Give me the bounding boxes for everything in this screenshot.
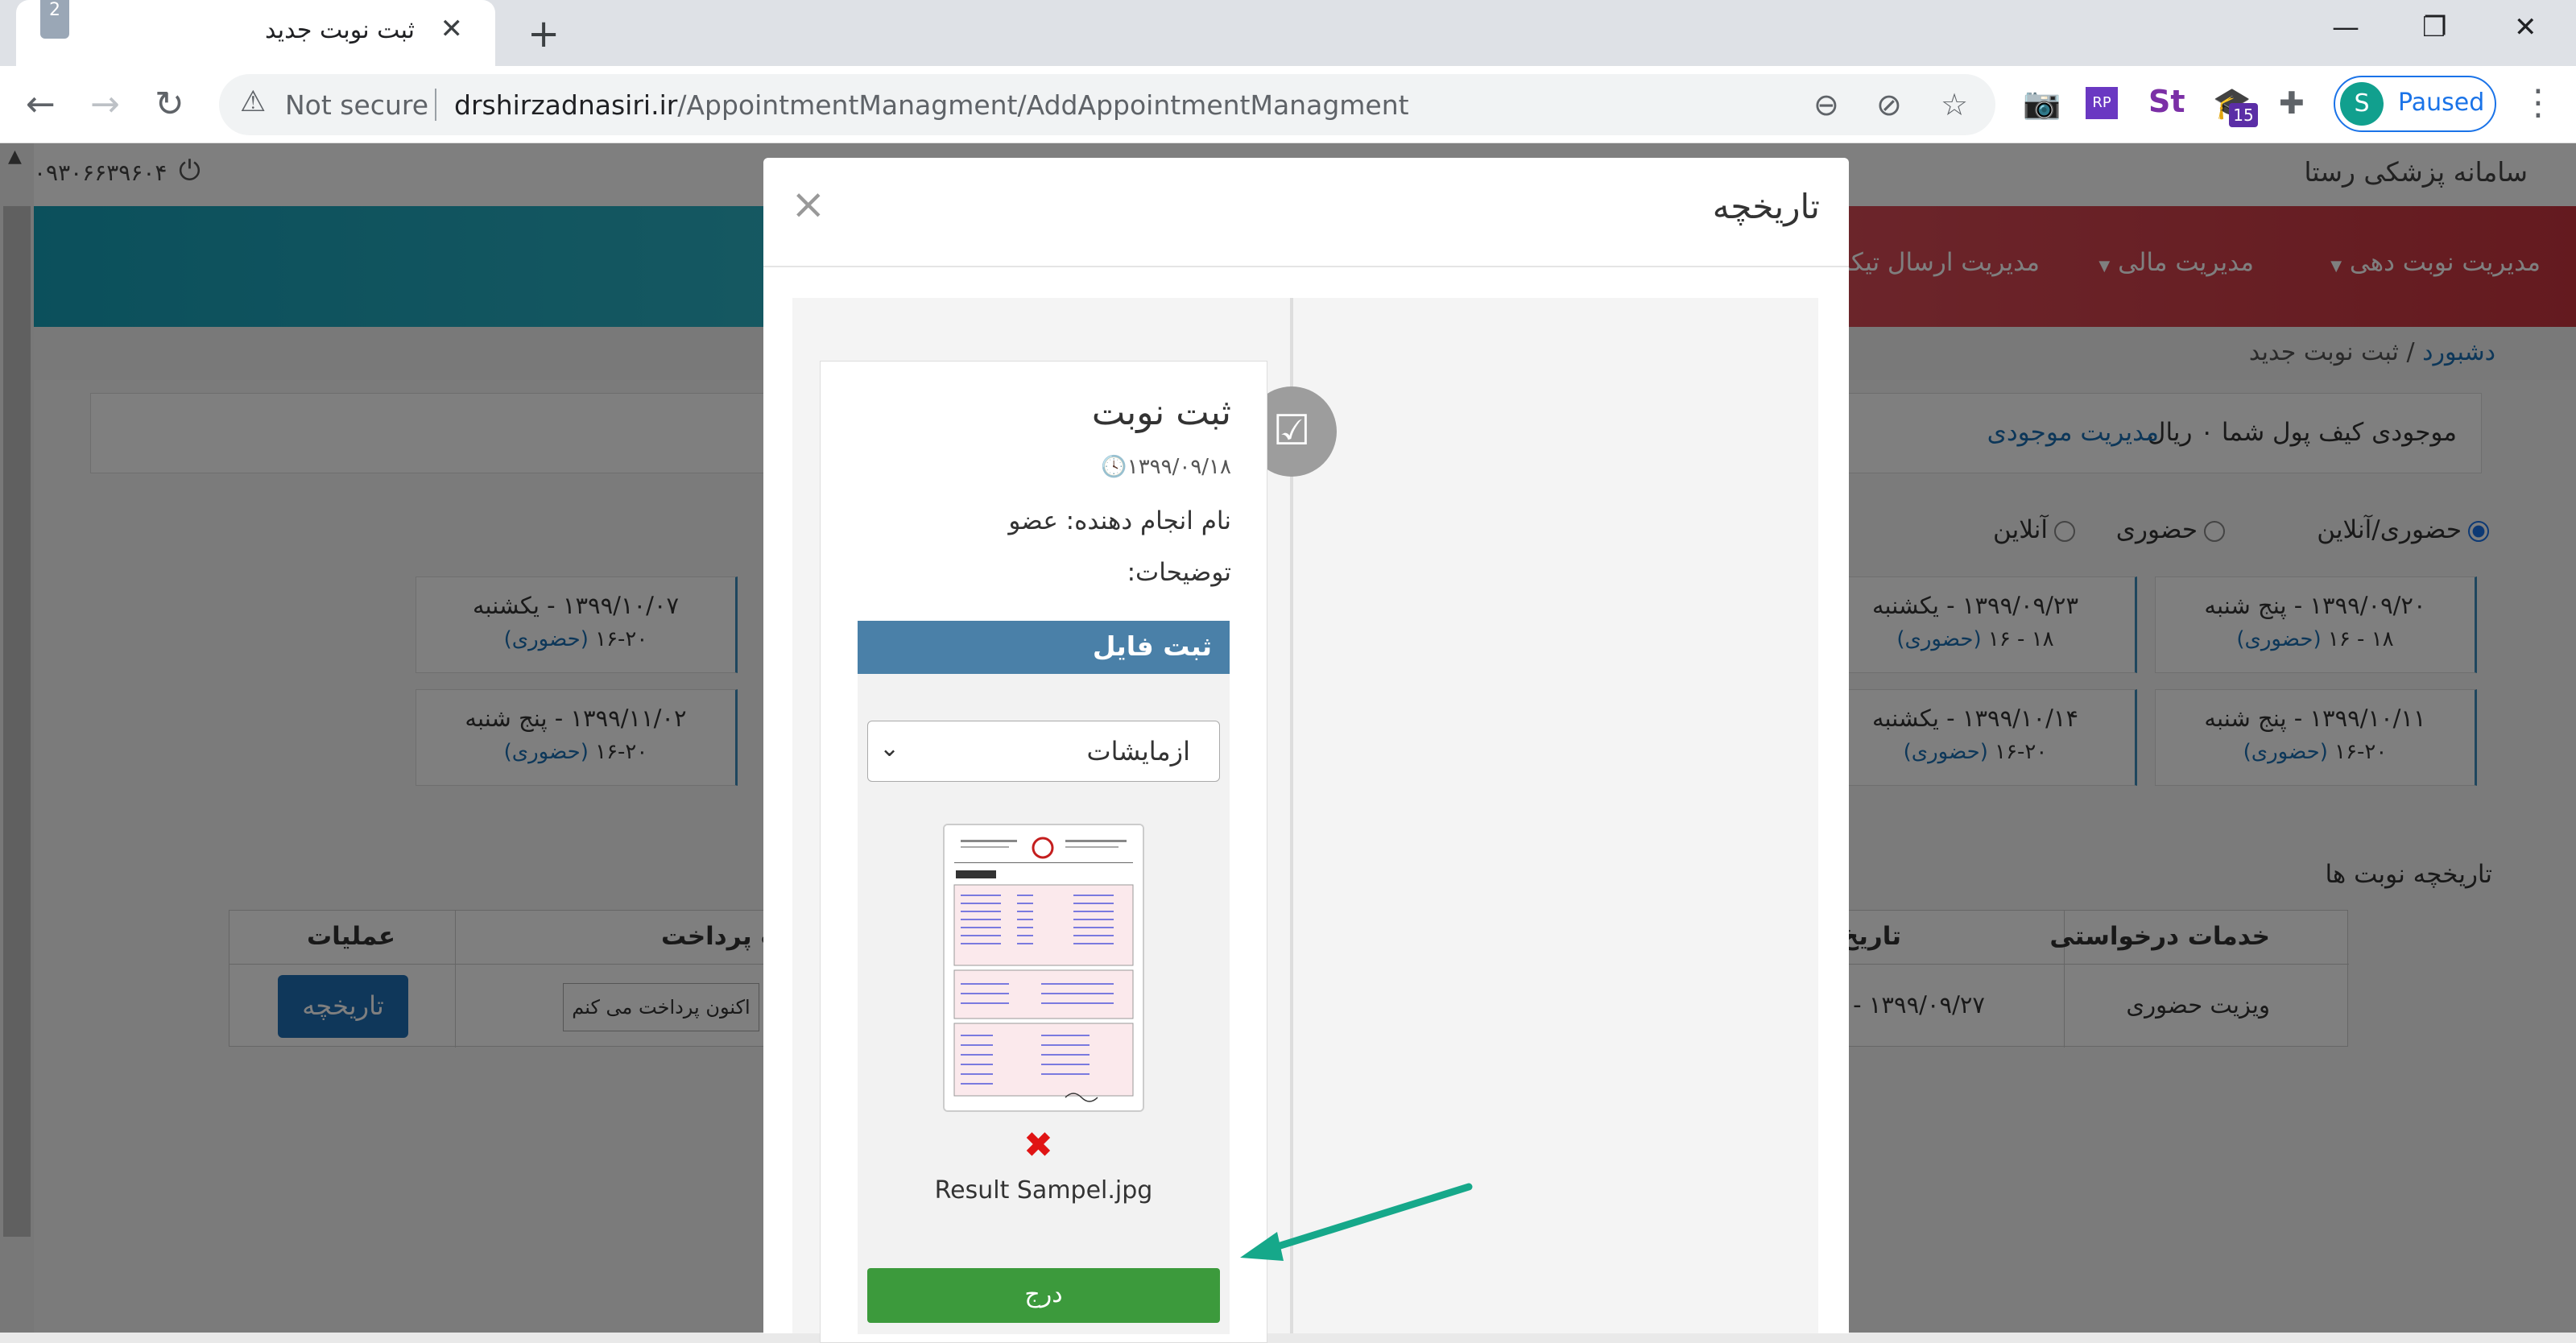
file-thumbnail-image[interactable] (943, 824, 1144, 1112)
zoom-out-icon[interactable]: ⊖ (1813, 87, 1839, 122)
lab-report-thumbnail (945, 825, 1143, 1110)
reload-icon[interactable]: ↻ (155, 84, 184, 125)
tab-close-icon[interactable]: ✕ (440, 13, 464, 45)
chevron-down-icon: ⌄ (879, 734, 900, 762)
profile-status: Paused (2398, 89, 2485, 117)
tab-favicon-icon: 2 (40, 0, 69, 39)
file-type-value: ازمایشات (1086, 736, 1190, 767)
tab-title: ثبت نوبت جدید (265, 16, 415, 44)
submit-file-button[interactable]: درج (867, 1268, 1220, 1323)
modal-close-icon[interactable]: × (791, 180, 826, 229)
avatar: S (2340, 82, 2384, 126)
puzzle-extensions-icon[interactable]: ✚ (2279, 85, 2305, 121)
file-section-header: ثبت فایل (858, 621, 1230, 674)
rp-extension-icon[interactable]: RP (2086, 87, 2118, 119)
minimize-icon[interactable]: — (2332, 11, 2359, 43)
file-type-select[interactable]: ازمایشات ⌄ (867, 721, 1220, 782)
address-bar[interactable]: ⚠ Not secure drshirzadnasiri.ir/Appointm… (219, 74, 1995, 135)
bookmark-star-icon[interactable]: ☆ (1941, 87, 1968, 122)
restore-icon[interactable]: ❐ (2422, 11, 2446, 43)
modal-divider (763, 266, 1849, 267)
modal-body: ☑ ثبت نوبت ۱۳۹۹/۰۹/۱۸🕓 نام انجام دهنده: … (792, 298, 1818, 1343)
extension-count-badge: 15 (2229, 103, 2258, 127)
delete-file-icon[interactable]: ✖ (1023, 1125, 1053, 1166)
profile-button[interactable]: S Paused (2334, 76, 2496, 132)
st-extension-icon[interactable]: St (2148, 84, 2185, 119)
file-name: Result Sampel.jpg (934, 1176, 1153, 1205)
browser-tab-bar: 2 ثبت نوبت جدید ✕ + — ❐ ✕ (0, 0, 2576, 66)
menu-kebab-icon[interactable]: ⋮ (2520, 82, 2556, 123)
modal-title: تاریخچه (1712, 187, 1820, 226)
address-separator (435, 89, 436, 121)
card-performer: نام انجام دهنده: عضو (1008, 506, 1231, 535)
history-modal: تاریخچه × ☑ ثبت نوبت ۱۳۹۹/۰۹/۱۸🕓 نام انج… (763, 158, 1849, 1343)
url-text[interactable]: drshirzadnasiri.ir/AppointmentManagment/… (454, 89, 1409, 121)
warning-icon: ⚠ (240, 85, 267, 118)
timeline-card: ثبت نوبت ۱۳۹۹/۰۹/۱۸🕓 نام انجام دهنده: عض… (820, 361, 1267, 1343)
card-date-value: ۱۳۹۹/۰۹/۱۸ (1127, 455, 1231, 479)
url-domain: drshirzadnasiri.ir (454, 89, 678, 121)
card-description: توضیحات: (1127, 558, 1231, 587)
camera-extension-icon[interactable]: 📷 (2023, 85, 2061, 122)
card-title: ثبت نوبت (1091, 392, 1231, 433)
window-close-icon[interactable]: ✕ (2514, 11, 2537, 43)
url-path: /AppointmentManagment/AddAppointmentMana… (677, 89, 1409, 121)
back-icon[interactable]: ← (26, 84, 56, 125)
file-upload-area: ازمایشات ⌄ ✖ Result Sampel.jpg درج (858, 674, 1230, 1334)
forward-icon[interactable]: → (90, 84, 120, 125)
browser-toolbar: ← → ↻ ⚠ Not secure drshirzadnasiri.ir/Ap… (0, 66, 2576, 143)
card-date: ۱۳۹۹/۰۹/۱۸🕓 (1101, 455, 1231, 479)
eye-off-icon[interactable]: ⊘ (1876, 87, 1902, 122)
not-secure-label: Not secure (285, 89, 429, 121)
clock-icon: 🕓 (1101, 455, 1127, 479)
new-tab-icon[interactable]: + (527, 11, 560, 56)
browser-tab[interactable]: 2 ثبت نوبت جدید ✕ (16, 0, 495, 66)
